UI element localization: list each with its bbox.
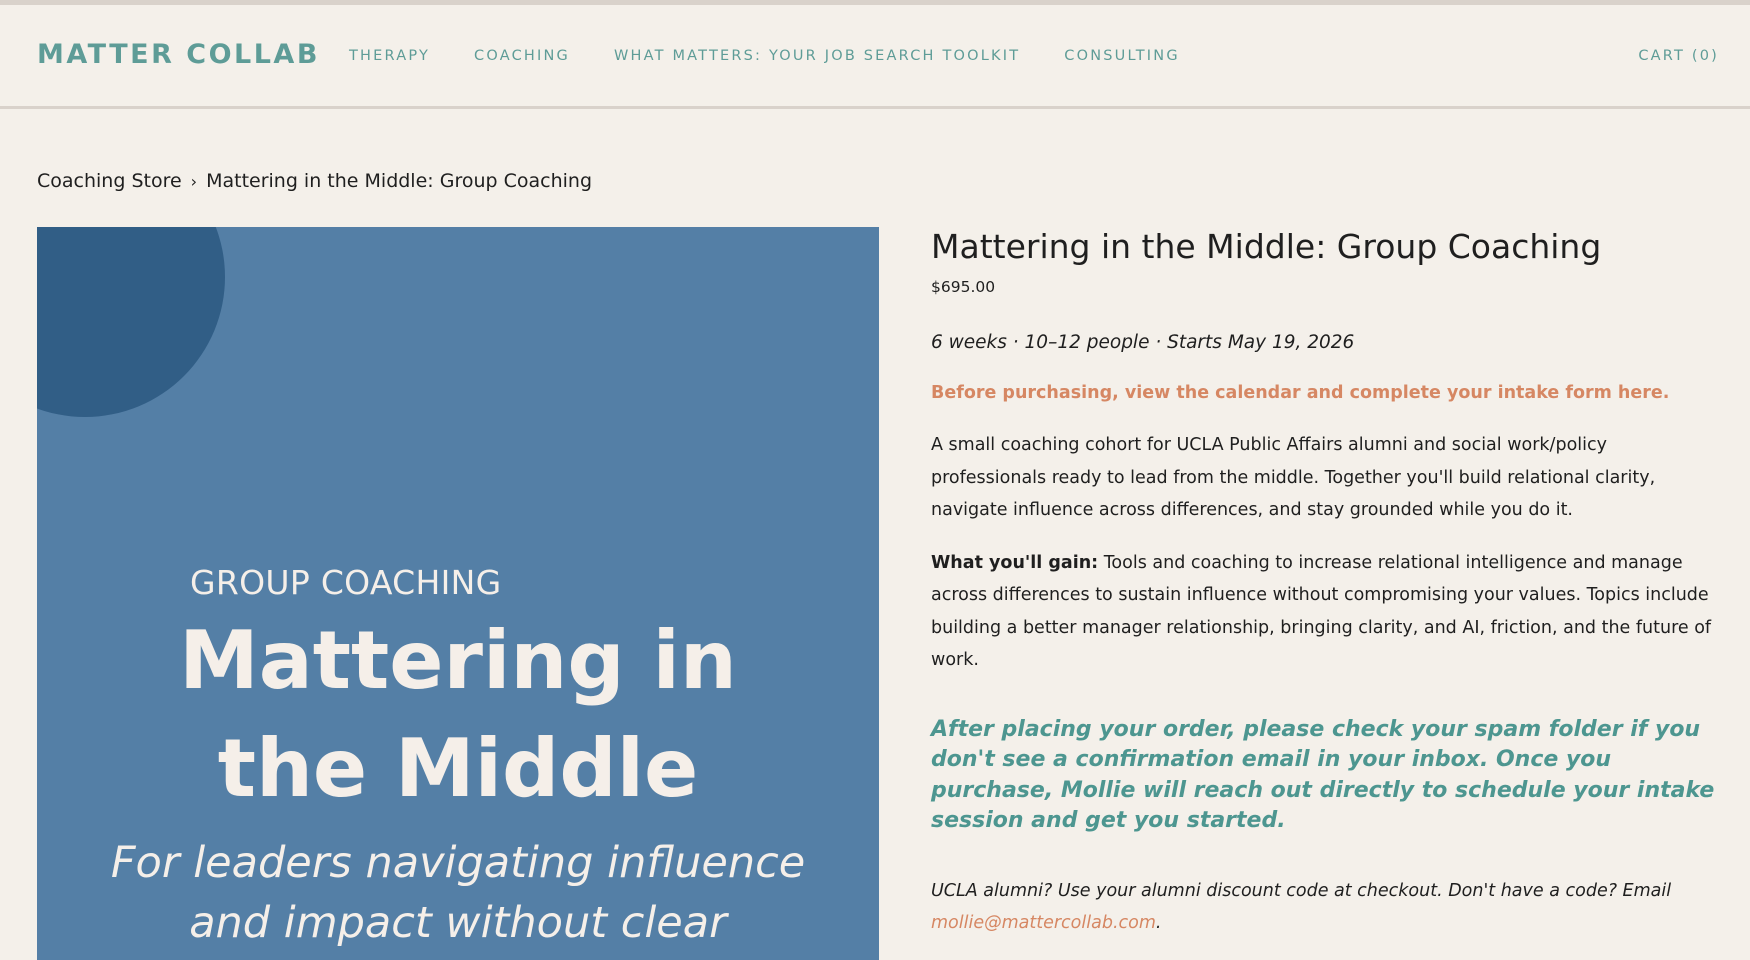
cart-link[interactable]: CART (0): [1638, 48, 1719, 64]
breadcrumb-coaching-store[interactable]: Coaching Store: [37, 170, 182, 192]
image-subtitle-line-2: and impact without clear: [189, 898, 727, 948]
alumni-note: UCLA alumni? Use your alumni discount co…: [931, 875, 1721, 940]
gain-label: What you'll gain:: [931, 552, 1099, 573]
product-details: Mattering in the Middle: Group Coaching …: [931, 222, 1721, 940]
product-image: GROUP COACHING Mattering in the Middle F…: [37, 227, 879, 960]
nav-job-search-toolkit[interactable]: WHAT MATTERS: YOUR JOB SEARCH TOOLKIT: [614, 48, 1020, 64]
nav-coaching[interactable]: COACHING: [474, 48, 570, 64]
image-subtitle: For leaders navigating influence and imp…: [37, 833, 879, 953]
decorative-circle: [37, 227, 225, 417]
nav-consulting[interactable]: CONSULTING: [1064, 48, 1180, 64]
product-gain: What you'll gain: Tools and coaching to …: [931, 547, 1721, 677]
site-header: MATTER COLLAB THERAPY COACHING WHAT MATT…: [0, 5, 1750, 109]
product-title: Mattering in the Middle: Group Coaching: [931, 227, 1602, 266]
image-subtitle-line-1: For leaders navigating influence: [110, 838, 806, 888]
main-nav: THERAPY COACHING WHAT MATTERS: YOUR JOB …: [349, 48, 1180, 64]
image-title-line-1: Mattering in: [179, 614, 737, 707]
product-meta: 6 weeks · 10–12 people · Starts May 19, …: [931, 332, 1355, 353]
image-title: Mattering in the Middle: [37, 607, 879, 823]
nav-therapy[interactable]: THERAPY: [349, 48, 430, 64]
image-title-line-2: the Middle: [217, 722, 699, 815]
order-notice: After placing your order, please check y…: [931, 716, 1715, 834]
product-price: $695.00: [931, 278, 996, 296]
image-kicker: GROUP COACHING: [190, 563, 502, 602]
product-description: A small coaching cohort for UCLA Public …: [931, 435, 1656, 520]
breadcrumb-separator: ›: [190, 171, 198, 191]
intake-form-link[interactable]: Before purchasing, view the calendar and…: [931, 383, 1721, 403]
alumni-text: UCLA alumni? Use your alumni discount co…: [931, 880, 1672, 901]
alumni-email-link[interactable]: mollie@mattercollab.com: [931, 913, 1156, 933]
site-logo[interactable]: MATTER COLLAB: [37, 39, 320, 70]
breadcrumb-current: Mattering in the Middle: Group Coaching: [206, 170, 593, 192]
alumni-end: .: [1155, 913, 1162, 933]
breadcrumb: Coaching Store › Mattering in the Middle…: [37, 170, 592, 192]
